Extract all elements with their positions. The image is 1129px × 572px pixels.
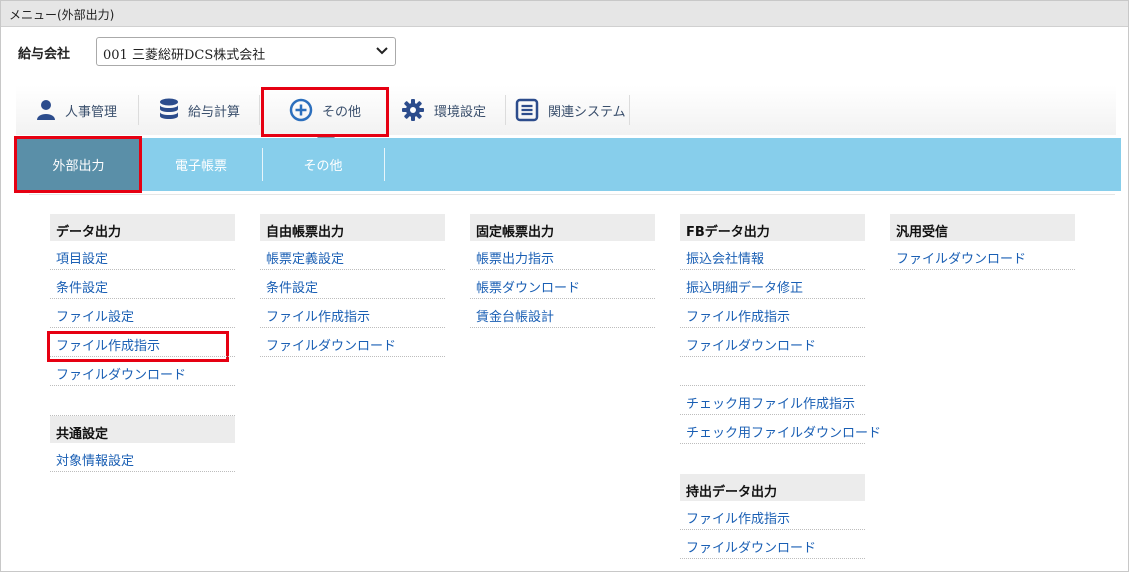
- company-select-value: 001 三菱総研DCS株式会社: [103, 48, 266, 63]
- company-label: 給与会社: [18, 47, 71, 62]
- tab-other[interactable]: その他: [263, 138, 383, 191]
- menu-link[interactable]: 振込明細データ修正: [680, 270, 865, 299]
- highlight-box: [261, 87, 389, 137]
- section-header: 持出データ出力: [680, 474, 865, 501]
- highlight-box: [14, 136, 142, 193]
- menu-link[interactable]: チェック用ファイル作成指示: [680, 386, 865, 415]
- menu-link[interactable]: 賃金台帳設計: [470, 299, 655, 328]
- menu-column-general-receive: 汎用受信 ファイルダウンロード: [890, 214, 1075, 270]
- menu-link[interactable]: 項目設定: [50, 241, 235, 270]
- menu-link[interactable]: 帳票ダウンロード: [470, 270, 655, 299]
- topnav-separator: [259, 95, 260, 125]
- topnav-label: 給与計算: [188, 104, 241, 120]
- menu-link[interactable]: 帳票定義設定: [260, 241, 445, 270]
- section-header: 汎用受信: [890, 214, 1075, 241]
- menu-column-free-forms: 自由帳票出力 帳票定義設定 条件設定 ファイル作成指示 ファイルダウンロード: [260, 214, 445, 357]
- menu-link[interactable]: ファイル作成指示: [260, 299, 445, 328]
- menu-link[interactable]: ファイルダウンロード: [260, 328, 445, 357]
- menu-link[interactable]: 条件設定: [260, 270, 445, 299]
- menu-link[interactable]: ファイルダウンロード: [50, 357, 235, 386]
- menu-link[interactable]: ファイル作成指示: [50, 328, 235, 357]
- window-frame: メニュー(外部出力) 給与会社 001 三菱総研DCS株式会社 人事管理 給与計…: [0, 0, 1129, 572]
- document-list-icon: [515, 98, 539, 122]
- person-icon: [37, 100, 55, 120]
- subnav-separator: [384, 148, 385, 181]
- topnav-separator: [505, 95, 506, 125]
- topnav-separator: [629, 95, 630, 125]
- sub-nav: 外部出力 電子帳票 その他: [16, 138, 1121, 191]
- company-select[interactable]: 001 三菱総研DCS株式会社: [96, 37, 396, 66]
- topnav-item-related-systems[interactable]: 関連システム: [515, 93, 626, 127]
- menu-link[interactable]: 帳票出力指示: [470, 241, 655, 270]
- menu-link[interactable]: 条件設定: [50, 270, 235, 299]
- menu-column-data-output: データ出力 項目設定 条件設定 ファイル設定 ファイル作成指示 ファイルダウンロ…: [50, 214, 235, 472]
- section-header: 共通設定: [50, 416, 235, 443]
- topnav-item-hr[interactable]: 人事管理: [36, 93, 117, 127]
- section-header: 自由帳票出力: [260, 214, 445, 241]
- section-header: 固定帳票出力: [470, 214, 655, 241]
- menu-link[interactable]: ファイルダウンロード: [680, 328, 865, 357]
- topnav-label: 環境設定: [434, 104, 487, 120]
- menu-column-fixed-forms: 固定帳票出力 帳票出力指示 帳票ダウンロード 賃金台帳設計: [470, 214, 655, 328]
- menu-link[interactable]: 振込会社情報: [680, 241, 865, 270]
- chevron-down-icon: [376, 47, 388, 55]
- window-title: メニュー(外部出力): [1, 1, 1128, 27]
- spacer: [50, 386, 235, 416]
- gear-icon: [402, 99, 424, 121]
- menu-link[interactable]: ファイル作成指示: [680, 501, 865, 530]
- topnav-label: 人事管理: [65, 104, 118, 120]
- section-header: データ出力: [50, 214, 235, 241]
- menu-link[interactable]: チェック用ファイルダウンロード: [680, 415, 881, 444]
- content-divider: [29, 194, 1115, 195]
- menu-link[interactable]: 対象情報設定: [50, 443, 235, 472]
- top-nav: 人事管理 給与計算 その他 環境設定 関連システム: [16, 85, 1116, 135]
- menu-link[interactable]: ファイル設定: [50, 299, 235, 328]
- menu-link[interactable]: ファイルダウンロード: [680, 530, 865, 559]
- menu-link[interactable]: ファイル作成指示: [680, 299, 865, 328]
- topnav-separator: [138, 95, 139, 125]
- menu-link[interactable]: ファイルダウンロード: [890, 241, 1075, 270]
- topnav-label: 関連システム: [548, 104, 626, 120]
- tab-electronic-forms[interactable]: 電子帳票: [141, 138, 261, 191]
- spacer: [680, 357, 865, 386]
- topnav-item-payroll[interactable]: 給与計算: [159, 93, 240, 127]
- topnav-item-settings[interactable]: 環境設定: [401, 93, 486, 127]
- menu-column-fb-data: FBデータ出力 振込会社情報 振込明細データ修正 ファイル作成指示 ファイルダウ…: [680, 214, 881, 559]
- section-header: FBデータ出力: [680, 214, 865, 241]
- database-icon: [160, 98, 178, 119]
